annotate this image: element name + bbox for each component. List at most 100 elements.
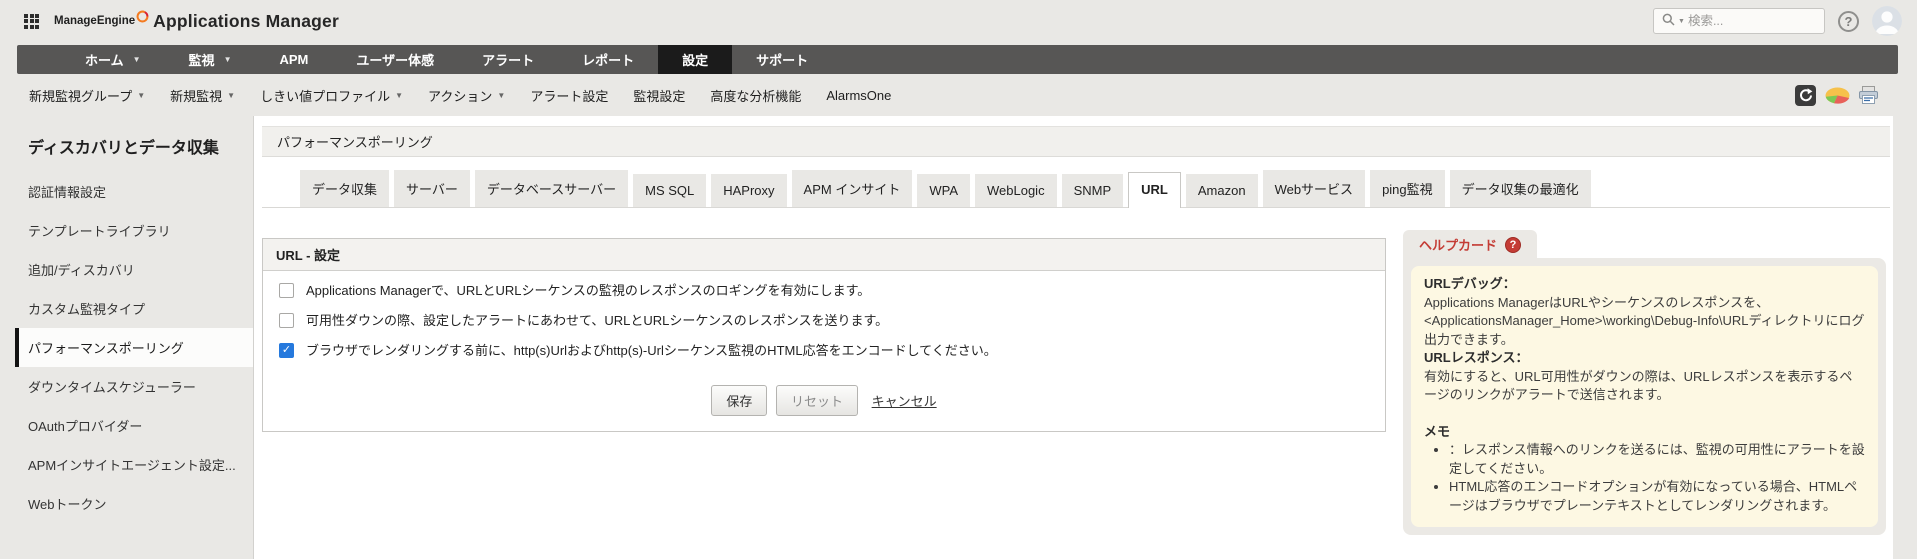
page-title: Applications Manager	[153, 10, 339, 31]
url-settings-box: URL - 設定 Applications Managerで、URLとURLシー…	[262, 238, 1386, 432]
subnav-new-monitor-group[interactable]: 新規監視グループ ▼	[29, 86, 145, 105]
option-label: 可用性ダウンの際、設定したアラートにあわせて、URLとURLシーケンスのレスポン…	[306, 313, 889, 328]
sidebar-item-downtime-scheduler[interactable]: ダウンタイムスケジューラー	[0, 367, 253, 406]
help-card: URLデバッグ： Applications ManagerはURLやシーケンスの…	[1403, 258, 1886, 535]
sidebar-item-template-library[interactable]: テンプレートライブラリ	[0, 211, 253, 250]
cancel-link[interactable]: キャンセル	[872, 394, 937, 409]
help-memo-list: ：レスポンス情報へのリンクを送るには、監視の可用性にアラートを設定してください。…	[1424, 441, 1865, 515]
sub-navbar: 新規監視グループ ▼ 新規監視 ▼ しきい値プロファイル ▼ アクション ▼ ア…	[0, 74, 1917, 116]
sidebar-item-web-token[interactable]: Webトークン	[0, 484, 253, 523]
help-card-title: ヘルプカード	[1419, 238, 1498, 253]
help-card-column: ヘルプカード ? URLデバッグ： Applications ManagerはU…	[1403, 230, 1886, 535]
subnav-threshold-profile[interactable]: しきい値プロファイル ▼	[260, 86, 403, 105]
tab-amazon[interactable]: Amazon	[1185, 174, 1258, 207]
sidebar-item-oauth-provider[interactable]: OAuthプロバイダー	[0, 406, 253, 445]
subnav-alert-settings[interactable]: アラート設定	[530, 86, 608, 105]
manageengine-logo: ManageEngine	[54, 15, 136, 27]
sidebar-list: 認証情報設定 テンプレートライブラリ 追加/ディスカバリ カスタム監視タイプ パ…	[0, 172, 253, 523]
subnav-icon-group	[1795, 84, 1878, 106]
global-search[interactable]: ▼	[1653, 8, 1825, 34]
search-input[interactable]	[1687, 14, 1816, 28]
checkbox-enable-logging[interactable]	[279, 283, 294, 298]
subnav-monitor-settings[interactable]: 監視設定	[633, 86, 685, 105]
sidebar-item-add-discovery[interactable]: 追加/ディスカバリ	[0, 250, 253, 289]
nav-support[interactable]: サポート	[732, 45, 832, 74]
nav-monitor[interactable]: 監視 ▼	[165, 45, 256, 74]
subnav-label: 新規監視グループ	[29, 88, 133, 104]
help-icon[interactable]: ?	[1838, 10, 1859, 32]
section-header: パフォーマンスポーリング	[262, 126, 1890, 157]
help-heading-memo: メモ	[1424, 423, 1451, 439]
user-avatar[interactable]	[1872, 6, 1902, 36]
tab-server[interactable]: サーバー	[394, 170, 470, 207]
help-body-url-response: 有効にすると、URL可用性がダウンの際は、URLレスポンスを表示するページのリン…	[1424, 368, 1853, 403]
help-heading-url-debug: URLデバッグ：	[1424, 276, 1516, 291]
checkbox-encode-html[interactable]	[279, 343, 294, 358]
subnav-new-monitor[interactable]: 新規監視 ▼	[170, 86, 235, 105]
tab-wpa[interactable]: WPA	[917, 174, 970, 207]
help-memo-item: HTML応答のエンコードオプションが有効になっている場合、HTMLページはブラウ…	[1449, 478, 1865, 515]
sidebar-item-performance-polling[interactable]: パフォーマンスポーリング	[15, 328, 253, 367]
help-body-url-debug: Applications ManagerはURLやシーケンスのレスポンスを、<A…	[1424, 294, 1865, 347]
nav-reports[interactable]: レポート	[558, 45, 658, 74]
subnav-label: アクション	[428, 88, 493, 104]
help-note: URLデバッグ： Applications ManagerはURLやシーケンスの…	[1411, 266, 1878, 527]
content-area: ディスカバリとデータ収集 認証情報設定 テンプレートライブラリ 追加/ディスカバ…	[0, 116, 1917, 559]
chevron-down-icon: ▼	[223, 55, 232, 64]
sidebar-item-credential-settings[interactable]: 認証情報設定	[0, 172, 253, 211]
option-row-encode-html: ブラウザでレンダリングする前に、http(s)Urlおよびhttp(s)-Url…	[279, 343, 1369, 359]
actions-row: 保存 リセット キャンセル	[263, 373, 1385, 431]
manageengine-swirl-icon	[136, 10, 149, 26]
sidebar: ディスカバリとデータ収集 認証情報設定 テンプレートライブラリ 追加/ディスカバ…	[0, 116, 253, 559]
url-settings-title: URL - 設定	[263, 239, 1385, 271]
tab-ping-monitor[interactable]: ping監視	[1370, 170, 1445, 207]
option-row-send-response: 可用性ダウンの際、設定したアラートにあわせて、URLとURLシーケンスのレスポン…	[279, 313, 1369, 329]
tab-url[interactable]: URL	[1128, 172, 1181, 208]
top-bar: ManageEngine Applications Manager ▼ ?	[0, 0, 1917, 42]
subnav-alarmsone[interactable]: AlarmsOne	[826, 88, 891, 103]
tab-ms-sql[interactable]: MS SQL	[633, 174, 707, 207]
nav-alerts[interactable]: アラート	[458, 45, 558, 74]
tab-weblogic[interactable]: WebLogic	[975, 174, 1057, 207]
nav-settings[interactable]: 設定	[658, 45, 733, 74]
tab-snmp[interactable]: SNMP	[1061, 174, 1124, 207]
pie-chart-icon[interactable]	[1825, 87, 1850, 104]
search-icon	[1662, 13, 1675, 29]
tab-strip: データ収集 サーバー データベースサーバー MS SQL HAProxy APM…	[262, 170, 1890, 208]
help-heading-url-response: URLレスポンス：	[1424, 350, 1529, 365]
subnav-label: 新規監視	[170, 88, 223, 104]
refresh-icon[interactable]	[1795, 84, 1816, 106]
subnav-actions[interactable]: アクション ▼	[428, 86, 505, 105]
tab-database-server[interactable]: データベースサーバー	[474, 170, 629, 207]
nav-home-label: ホーム	[85, 53, 124, 68]
main-panel: パフォーマンスポーリング データ収集 サーバー データベースサーバー MS SQ…	[253, 116, 1893, 559]
chevron-down-icon: ▼	[132, 55, 141, 64]
tab-haproxy[interactable]: HAProxy	[711, 174, 787, 207]
chevron-down-icon: ▼	[395, 90, 404, 100]
apps-grid-icon[interactable]	[24, 13, 39, 29]
tab-web-services[interactable]: Webサービス	[1262, 170, 1366, 207]
subnav-advanced-analytics[interactable]: 高度な分析機能	[710, 86, 801, 105]
url-settings-body: Applications Managerで、URLとURLシーケンスの監視のレス…	[263, 271, 1385, 359]
subnav-label: しきい値プロファイル	[260, 88, 391, 104]
sidebar-item-custom-monitor-type[interactable]: カスタム監視タイプ	[0, 289, 253, 328]
tab-apm-insight[interactable]: APM インサイト	[791, 170, 913, 207]
chevron-down-icon: ▼	[137, 90, 146, 100]
tab-data-collection-optimization[interactable]: データ収集の最適化	[1449, 170, 1591, 207]
main-navbar: ホーム ▼ 監視 ▼ APM ユーザー体感 アラート レポート 設定 サポート	[17, 45, 1898, 74]
chevron-down-icon[interactable]: ▼	[1678, 18, 1685, 25]
help-question-icon[interactable]: ?	[1505, 236, 1522, 253]
tab-data-collection[interactable]: データ収集	[300, 170, 390, 207]
option-row-enable-logging: Applications Managerで、URLとURLシーケンスの監視のレス…	[279, 283, 1369, 299]
option-label: Applications Managerで、URLとURLシーケンスの監視のレス…	[306, 283, 871, 298]
save-button[interactable]: 保存	[711, 385, 768, 416]
chevron-down-icon: ▼	[497, 90, 506, 100]
printer-icon[interactable]	[1859, 86, 1878, 104]
help-card-tab: ヘルプカード ?	[1403, 230, 1538, 258]
nav-home[interactable]: ホーム ▼	[61, 45, 165, 74]
nav-apm[interactable]: APM	[255, 45, 332, 74]
sidebar-item-apm-insight-agent[interactable]: APMインサイトエージェント設定...	[0, 445, 253, 484]
checkbox-send-response[interactable]	[279, 313, 294, 328]
nav-user-experience[interactable]: ユーザー体感	[332, 45, 458, 74]
reset-button[interactable]: リセット	[775, 385, 858, 416]
